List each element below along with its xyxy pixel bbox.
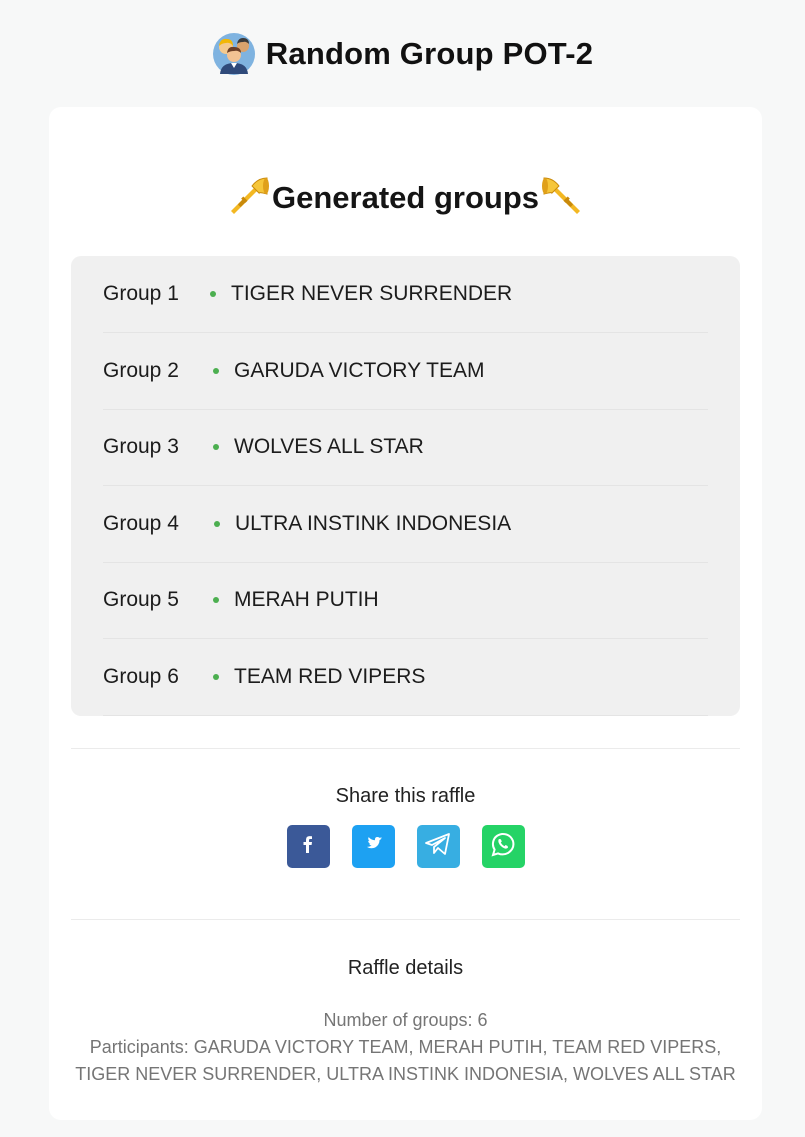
raffle-details: Number of groups: 6 Participants: GARUDA… — [69, 1007, 742, 1088]
page-header: Random Group POT-2 — [0, 30, 805, 78]
group-row: Group 5 MERAH PUTIH — [103, 562, 708, 639]
bullet-icon — [213, 368, 219, 374]
results-heading-title: Generated groups — [272, 180, 539, 215]
group-label: Group 3 — [103, 435, 179, 458]
participants-list: Participants: GARUDA VICTORY TEAM, MERAH… — [75, 1037, 736, 1084]
telegram-share-button[interactable] — [416, 825, 460, 868]
whatsapp-share-button[interactable] — [481, 825, 525, 868]
bullet-icon — [213, 674, 219, 680]
team-name: ULTRA INSTINK INDONESIA — [235, 512, 512, 535]
team-name: TIGER NEVER SURRENDER — [231, 282, 513, 305]
team-name: GARUDA VICTORY TEAM — [234, 359, 485, 382]
team-name: TEAM RED VIPERS — [234, 665, 426, 688]
whatsapp-icon — [488, 829, 518, 864]
group-label: Group 1 — [103, 282, 179, 305]
group-label: Group 4 — [103, 512, 179, 535]
trumpet-icon — [541, 175, 583, 222]
share-buttons — [49, 825, 762, 868]
team-name: MERAH PUTIH — [234, 588, 379, 611]
details-title: Raffle details — [347, 957, 464, 979]
twitter-share-button[interactable] — [351, 825, 395, 868]
page-title: Random Group POT-2 — [265, 36, 594, 71]
groups-count: Number of groups: 6 — [323, 1010, 488, 1030]
group-label: Group 5 — [103, 588, 179, 611]
group-row: Group 1 TIGER NEVER SURRENDER — [103, 256, 708, 333]
bullet-icon — [210, 291, 216, 297]
group-row: Group 6 TEAM RED VIPERS — [103, 639, 708, 716]
bullet-icon — [213, 444, 219, 450]
results-card: Generated groups Group 1 TIGER NEVER SUR… — [49, 107, 762, 1120]
group-row: Group 3 WOLVES ALL STAR — [103, 409, 708, 486]
twitter-icon — [362, 833, 384, 860]
divider — [71, 919, 740, 920]
group-label: Group 2 — [103, 359, 179, 382]
people-group-icon — [212, 32, 256, 76]
bullet-icon — [213, 597, 219, 603]
share-title: Share this raffle — [335, 785, 476, 807]
facebook-icon — [298, 834, 318, 859]
group-row: Group 2 GARUDA VICTORY TEAM — [103, 333, 708, 410]
bullet-icon — [214, 521, 220, 527]
divider — [71, 748, 740, 749]
facebook-share-button[interactable] — [286, 825, 330, 868]
team-name: WOLVES ALL STAR — [234, 435, 424, 458]
group-label: Group 6 — [103, 665, 179, 688]
trumpet-icon — [228, 175, 270, 222]
groups-list: Group 1 TIGER NEVER SURRENDER Group 2 GA… — [71, 256, 740, 716]
results-heading: Generated groups — [49, 173, 762, 223]
telegram-icon — [423, 829, 453, 864]
group-row: Group 4 ULTRA INSTINK INDONESIA — [103, 486, 708, 563]
